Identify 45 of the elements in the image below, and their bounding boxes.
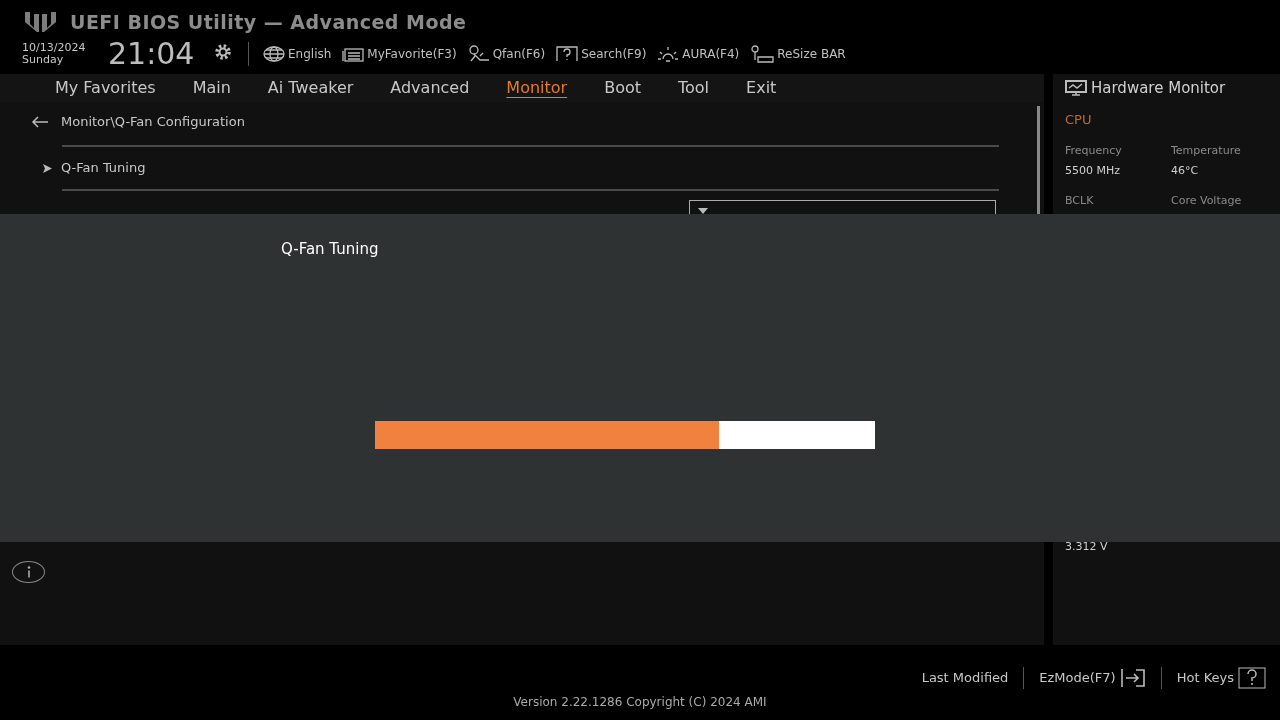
- menu-tab[interactable]: Boot: [604, 76, 641, 100]
- dialog-title: Q-Fan Tuning: [281, 239, 379, 260]
- app-title: UEFI BIOS Utility — Advanced Mode: [70, 10, 467, 35]
- toolbar-button[interactable]: MyFavorite(F3): [342, 44, 457, 63]
- version-text: Version 2.22.1286 Copyright (C) 2024 AMI: [513, 694, 767, 711]
- menu-tab[interactable]: Monitor: [506, 76, 568, 100]
- reading-value: 5500 MHz: [1065, 163, 1122, 179]
- monitor-icon: [1065, 79, 1087, 97]
- day-text: Sunday: [22, 53, 65, 66]
- menu-tab[interactable]: Tool: [678, 76, 710, 100]
- date-text: 10/13/2024: [22, 41, 87, 54]
- help-icon: [1238, 667, 1266, 689]
- back-arrow-icon[interactable]: [31, 116, 49, 128]
- globe-icon: [263, 45, 285, 62]
- menu-tab[interactable]: Advanced: [390, 76, 470, 100]
- submenu-item[interactable]: Q-Fan Tuning: [61, 158, 146, 178]
- toolbar-button[interactable]: AURA(F4): [657, 44, 740, 63]
- toolbar-button[interactable]: ReSize BAR: [750, 44, 846, 63]
- footer-button[interactable]: EzMode(F7): [1039, 668, 1146, 688]
- search-icon: [556, 45, 579, 62]
- fan-icon: [467, 44, 490, 63]
- footer-button[interactable]: Last Modified: [921, 668, 1009, 688]
- exit-icon: [1119, 668, 1146, 688]
- clock-text: 21:04: [108, 36, 196, 71]
- panel-title: Hardware Monitor: [1091, 77, 1226, 99]
- menu-tab[interactable]: Main: [192, 76, 231, 100]
- favorite-icon: [342, 45, 365, 62]
- reading-label: Temperature: [1171, 142, 1242, 159]
- reading-label: Core Voltage: [1171, 192, 1243, 209]
- toolbar-button[interactable]: Search(F9): [556, 44, 647, 63]
- section-heading: CPU: [1065, 111, 1093, 129]
- resize-icon: [750, 44, 775, 63]
- toolbar-button[interactable]: English: [263, 44, 332, 63]
- reading-label: Frequency: [1065, 142, 1123, 159]
- reading-label: BCLK: [1065, 192, 1095, 209]
- footer-button[interactable]: Hot Keys: [1176, 667, 1266, 689]
- toolbar-button[interactable]: Qfan(F6): [467, 44, 546, 63]
- submenu-arrow-icon: [43, 163, 52, 173]
- menu-tab[interactable]: Exit: [746, 76, 777, 100]
- menu-tab[interactable]: My Favorites: [55, 76, 156, 100]
- reading-value: 3.312 V: [1065, 539, 1108, 555]
- breadcrumb-text: Monitor\Q-Fan Configuration: [61, 113, 245, 132]
- aura-icon: [657, 45, 680, 62]
- reading-value: 46°C: [1171, 163, 1200, 179]
- menu-tab[interactable]: Ai Tweaker: [267, 76, 354, 100]
